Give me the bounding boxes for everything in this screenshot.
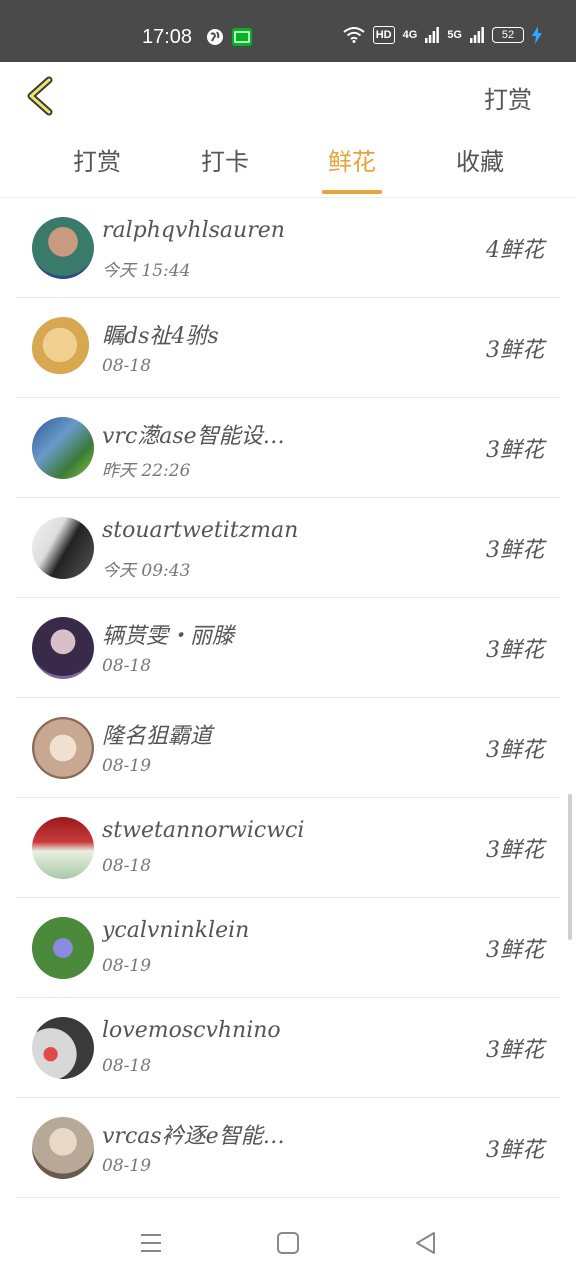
- timestamp: 今天 15:44: [102, 261, 191, 281]
- flower-count: 3鲜花: [486, 438, 544, 463]
- network-4g: 4G: [402, 29, 418, 41]
- user-name: ralphqvhlsauren: [102, 218, 285, 243]
- status-right-icons: HD 4G 5G 52: [343, 26, 542, 44]
- battery-indicator: 52: [492, 27, 524, 43]
- list-item[interactable]: lovemoscvhnino 08-18 3鲜花: [16, 998, 560, 1098]
- avatar[interactable]: [32, 817, 94, 879]
- iqiyi-app-icon: [232, 28, 252, 46]
- avatar[interactable]: [32, 517, 94, 579]
- status-left-icons: [206, 28, 252, 46]
- back-triangle-icon[interactable]: [413, 1230, 439, 1256]
- timestamp: 08-18: [102, 1056, 152, 1076]
- avatar[interactable]: [32, 917, 94, 979]
- timestamp: 08-18: [102, 356, 152, 376]
- avatar[interactable]: [32, 717, 94, 779]
- flower-count: 3鲜花: [486, 638, 544, 663]
- timestamp: 08-18: [102, 656, 152, 676]
- active-tab-indicator: [322, 190, 382, 194]
- timestamp: 08-19: [102, 956, 152, 976]
- list-item[interactable]: 隆名狙霸道 08-19 3鲜花: [16, 698, 560, 798]
- flower-count: 3鲜花: [486, 338, 544, 363]
- list-item[interactable]: vrcas衿逐e智能… 08-19 3鲜花: [16, 1098, 560, 1198]
- flower-count: 3鲜花: [486, 538, 544, 563]
- menu-icon[interactable]: [138, 1230, 164, 1256]
- avatar[interactable]: [32, 217, 94, 279]
- signal-icon: [425, 27, 440, 43]
- timestamp: 08-19: [102, 756, 152, 776]
- network-5g: 5G: [447, 29, 462, 41]
- tab-bar: 打赏 打卡 鲜花 收藏: [0, 142, 576, 198]
- status-bar: 17:08 HD 4G 5G 52: [0, 0, 576, 62]
- avatar[interactable]: [32, 617, 94, 679]
- reward-action-button[interactable]: 打赏: [484, 80, 532, 115]
- timestamp: 08-18: [102, 856, 152, 876]
- back-arrow-icon: [27, 76, 53, 116]
- user-name: ycalvninklein: [102, 918, 250, 943]
- avatar[interactable]: [32, 417, 94, 479]
- status-time: 17:08: [142, 26, 193, 48]
- flower-list: ralphqvhlsauren 今天 15:44 4鲜花 瞩ds祉4驸s 08-…: [0, 198, 576, 1198]
- flower-count: 4鲜花: [486, 238, 544, 263]
- list-item[interactable]: 瞩ds祉4驸s 08-18 3鲜花: [16, 298, 560, 398]
- user-name: 辆贳雯・丽滕: [102, 624, 235, 649]
- scrollbar[interactable]: [568, 794, 572, 940]
- header: 打赏 打赏 打卡 鲜花 收藏: [0, 62, 576, 198]
- list-item[interactable]: ralphqvhlsauren 今天 15:44 4鲜花: [16, 198, 560, 298]
- avatar[interactable]: [32, 1117, 94, 1179]
- avatar[interactable]: [32, 317, 94, 379]
- tab-checkin[interactable]: 打卡: [175, 142, 275, 177]
- user-name: 隆名狙霸道: [102, 724, 213, 749]
- wifi-icon: [343, 27, 365, 43]
- user-name: vrcas衿逐e智能…: [102, 1124, 285, 1149]
- tab-reward[interactable]: 打赏: [47, 142, 147, 177]
- user-name: 瞩ds祉4驸s: [102, 324, 219, 349]
- user-name: stouartwetitzman: [102, 518, 299, 543]
- flower-count: 3鲜花: [486, 1138, 544, 1163]
- signal-icon-2: [470, 27, 484, 43]
- user-name: lovemoscvhnino: [102, 1018, 281, 1043]
- avatar[interactable]: [32, 1017, 94, 1079]
- flower-count: 3鲜花: [486, 838, 544, 863]
- user-name: vrc濍ase智能设…: [102, 424, 285, 449]
- flower-count: 3鲜花: [486, 738, 544, 763]
- tab-flowers[interactable]: 鲜花: [302, 142, 402, 177]
- list-item[interactable]: vrc濍ase智能设… 昨天 22:26 3鲜花: [16, 398, 560, 498]
- list-item[interactable]: ycalvninklein 08-19 3鲜花: [16, 898, 560, 998]
- system-nav-bar: [0, 1200, 576, 1280]
- tab-favorites[interactable]: 收藏: [430, 142, 530, 177]
- globe-icon: [207, 29, 223, 45]
- flower-count: 3鲜花: [486, 938, 544, 963]
- list-item[interactable]: 辆贳雯・丽滕 08-18 3鲜花: [16, 598, 560, 698]
- charging-icon: [532, 26, 542, 44]
- flower-count: 3鲜花: [486, 1038, 544, 1063]
- list-item[interactable]: stwetannorwicwci 08-18 3鲜花: [16, 798, 560, 898]
- timestamp: 昨天 22:26: [102, 461, 191, 481]
- timestamp: 08-19: [102, 1156, 152, 1176]
- home-icon[interactable]: [275, 1230, 301, 1256]
- list-item[interactable]: stouartwetitzman 今天 09:43 3鲜花: [16, 498, 560, 598]
- user-name: stwetannorwicwci: [102, 818, 305, 843]
- timestamp: 今天 09:43: [102, 561, 191, 581]
- hd-badge: HD: [372, 26, 395, 44]
- back-button[interactable]: [20, 74, 60, 118]
